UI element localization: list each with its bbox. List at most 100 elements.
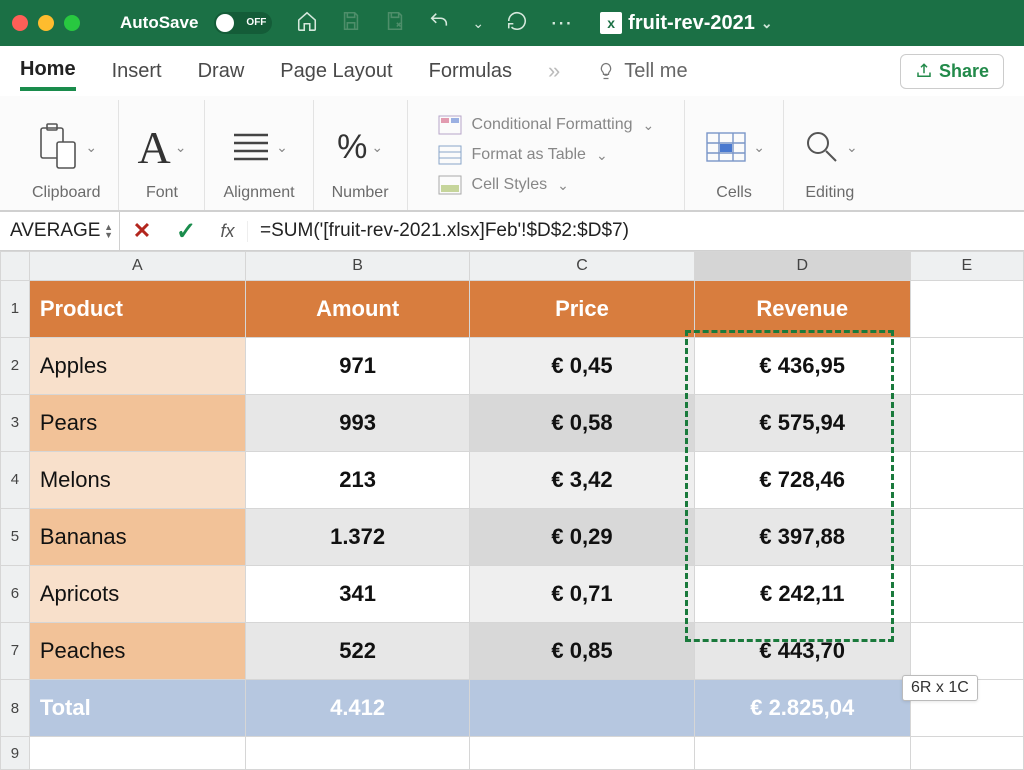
cell-a4[interactable]: Melons	[29, 451, 245, 508]
home-icon[interactable]	[296, 10, 318, 37]
cell-c2[interactable]: € 0,45	[470, 337, 694, 394]
spreadsheet-grid[interactable]: A B C D E 1 Product Amount Price Revenue…	[0, 251, 1024, 770]
cell-b5[interactable]: 1.372	[245, 508, 469, 565]
tab-draw[interactable]: Draw	[198, 54, 245, 89]
chevron-down-icon[interactable]: ⌄	[85, 139, 97, 156]
chevron-down-icon[interactable]: ⌄	[175, 139, 187, 156]
zoom-window-button[interactable]	[64, 15, 80, 31]
cells-button[interactable]: ⌄	[703, 118, 765, 176]
cell-e3[interactable]	[910, 394, 1023, 451]
row-header-5[interactable]: 5	[1, 508, 30, 565]
save-icon[interactable]	[340, 10, 362, 37]
chevron-down-icon[interactable]: ⌄	[276, 139, 288, 156]
cell-e4[interactable]	[910, 451, 1023, 508]
column-header-b[interactable]: B	[245, 252, 469, 281]
chevron-down-icon[interactable]: ⌄	[761, 15, 773, 32]
chevron-down-icon[interactable]: ⌄	[753, 139, 765, 156]
cell-d4[interactable]: € 728,46	[694, 451, 910, 508]
cell-a1[interactable]: Product	[29, 280, 245, 337]
autosave-toggle[interactable]: OFF	[214, 12, 272, 34]
cell-styles-button[interactable]: Cell Styles ⌄	[438, 175, 569, 195]
chevron-down-icon[interactable]: ⌄	[371, 139, 383, 156]
cell-b2[interactable]: 971	[245, 337, 469, 394]
tab-formulas[interactable]: Formulas	[429, 54, 512, 89]
undo-dropdown-icon[interactable]: ⌄	[472, 15, 484, 32]
name-box-stepper[interactable]: ▲▼	[104, 223, 113, 239]
formula-input[interactable]: =SUM('[fruit-rev-2021.xlsx]Feb'!$D$2:$D$…	[248, 220, 1024, 242]
cell-e2[interactable]	[910, 337, 1023, 394]
row-header-9[interactable]: 9	[1, 737, 30, 770]
format-as-table-button[interactable]: Format as Table ⌄	[438, 145, 608, 165]
row-header-3[interactable]: 3	[1, 394, 30, 451]
tab-page-layout[interactable]: Page Layout	[280, 54, 392, 89]
cell-d6[interactable]: € 242,11	[694, 565, 910, 622]
cell-a7[interactable]: Peaches	[29, 622, 245, 679]
font-button[interactable]: A ⌄	[137, 118, 186, 176]
cell-a2[interactable]: Apples	[29, 337, 245, 394]
cell-d1[interactable]: Revenue	[694, 280, 910, 337]
cell-c4[interactable]: € 3,42	[470, 451, 694, 508]
cell-c1[interactable]: Price	[470, 280, 694, 337]
cell-d5[interactable]: € 397,88	[694, 508, 910, 565]
name-box[interactable]: AVERAGE ▲▼	[0, 212, 120, 250]
file-name-chip[interactable]: x fruit-rev-2021 ⌄	[600, 12, 772, 35]
cell-e5[interactable]	[910, 508, 1023, 565]
row-header-8[interactable]: 8	[1, 679, 30, 736]
close-window-button[interactable]	[12, 15, 28, 31]
cell-e1[interactable]	[910, 280, 1023, 337]
cell-d8[interactable]: € 2.825,04	[694, 679, 910, 736]
select-all-corner[interactable]	[1, 252, 30, 281]
row-header-6[interactable]: 6	[1, 565, 30, 622]
number-button[interactable]: % ⌄	[337, 118, 383, 176]
cell-d2[interactable]: € 436,95	[694, 337, 910, 394]
cell-c8[interactable]	[470, 679, 694, 736]
chevron-down-icon[interactable]: ⌄	[846, 139, 858, 156]
minimize-window-button[interactable]	[38, 15, 54, 31]
conditional-formatting-button[interactable]: Conditional Formatting ⌄	[438, 115, 655, 135]
more-icon[interactable]: ⋯	[550, 10, 572, 36]
tell-me-search[interactable]: Tell me	[596, 60, 687, 83]
cell-e6[interactable]	[910, 565, 1023, 622]
row-header-4[interactable]: 4	[1, 451, 30, 508]
cell-d3[interactable]: € 575,94	[694, 394, 910, 451]
cell-b6[interactable]: 341	[245, 565, 469, 622]
cell-c6[interactable]: € 0,71	[470, 565, 694, 622]
alignment-button[interactable]: ⌄	[230, 118, 288, 176]
cell-a3[interactable]: Pears	[29, 394, 245, 451]
cell-b7[interactable]: 522	[245, 622, 469, 679]
row-header-1[interactable]: 1	[1, 280, 30, 337]
cell-a8[interactable]: Total	[29, 679, 245, 736]
cell-d9[interactable]	[694, 737, 910, 770]
column-header-c[interactable]: C	[470, 252, 694, 281]
cell-c9[interactable]	[470, 737, 694, 770]
column-header-a[interactable]: A	[29, 252, 245, 281]
cell-e7[interactable]	[910, 622, 1023, 679]
tab-insert[interactable]: Insert	[112, 54, 162, 89]
column-header-e[interactable]: E	[910, 252, 1023, 281]
row-header-7[interactable]: 7	[1, 622, 30, 679]
cell-d7[interactable]: € 443,70	[694, 622, 910, 679]
cell-a9[interactable]	[29, 737, 245, 770]
cell-c5[interactable]: € 0,29	[470, 508, 694, 565]
cell-b4[interactable]: 213	[245, 451, 469, 508]
accept-formula-button[interactable]: ✓	[164, 217, 208, 246]
save-as-icon[interactable]	[384, 10, 406, 37]
cell-b9[interactable]	[245, 737, 469, 770]
cell-c7[interactable]: € 0,85	[470, 622, 694, 679]
redo-icon[interactable]	[506, 10, 528, 37]
cell-a6[interactable]: Apricots	[29, 565, 245, 622]
paste-button[interactable]: ⌄	[35, 118, 97, 176]
undo-icon[interactable]	[428, 10, 450, 37]
column-header-d[interactable]: D	[694, 252, 910, 281]
share-button[interactable]: Share	[900, 54, 1004, 89]
cancel-formula-button[interactable]: ✕	[120, 218, 164, 244]
cell-e9[interactable]	[910, 737, 1023, 770]
cell-c3[interactable]: € 0,58	[470, 394, 694, 451]
cell-b1[interactable]: Amount	[245, 280, 469, 337]
editing-button[interactable]: ⌄	[802, 118, 858, 176]
row-header-2[interactable]: 2	[1, 337, 30, 394]
cell-b8[interactable]: 4.412	[245, 679, 469, 736]
cell-a5[interactable]: Bananas	[29, 508, 245, 565]
cell-b3[interactable]: 993	[245, 394, 469, 451]
tab-home[interactable]: Home	[20, 52, 76, 91]
